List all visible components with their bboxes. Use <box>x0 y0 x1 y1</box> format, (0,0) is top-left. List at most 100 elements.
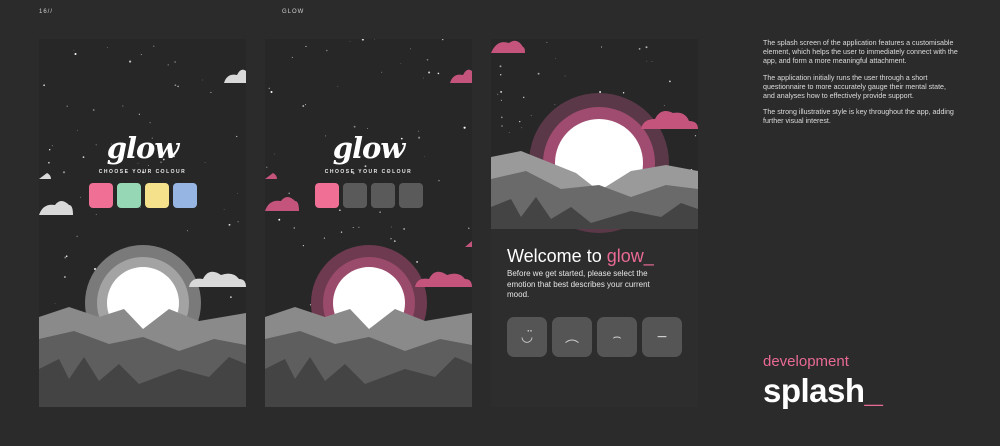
star <box>64 256 67 259</box>
star <box>63 275 66 279</box>
star <box>400 63 402 64</box>
star <box>153 45 155 47</box>
star <box>349 41 351 42</box>
star <box>403 228 405 230</box>
star <box>167 64 169 66</box>
swatch-yellow[interactable] <box>145 183 169 208</box>
swatch-pink[interactable] <box>89 183 113 208</box>
description-paragraph: The strong illustrative style is key thr… <box>763 108 954 126</box>
star <box>288 192 290 195</box>
star <box>600 46 603 48</box>
star <box>54 302 56 304</box>
star <box>339 209 341 211</box>
smile-icon: ◡̈ <box>520 329 534 345</box>
star <box>43 84 45 87</box>
star <box>423 77 424 79</box>
project-title: GLOW <box>282 9 305 15</box>
star <box>291 56 293 58</box>
star <box>361 39 364 41</box>
mood-neutral-button[interactable]: − <box>642 317 682 357</box>
mood-happy-button[interactable]: ◡̈ <box>507 317 547 357</box>
star <box>266 166 268 168</box>
neutral-icon: − <box>656 329 668 345</box>
star <box>237 192 238 194</box>
star <box>149 122 151 124</box>
swatch-mint[interactable] <box>117 183 141 208</box>
section-title: splash_ <box>763 372 883 409</box>
upset-icon: ⌢ <box>612 329 622 345</box>
star <box>293 227 295 229</box>
swatch-disabled[interactable] <box>399 183 423 208</box>
star <box>546 41 548 43</box>
star <box>223 209 225 210</box>
star <box>500 116 503 119</box>
star <box>694 135 697 137</box>
star <box>501 125 503 127</box>
star <box>438 180 440 182</box>
swatch-pink-selected[interactable] <box>315 183 339 208</box>
star <box>358 226 360 228</box>
star <box>174 61 176 63</box>
star <box>426 58 429 61</box>
star <box>500 74 502 76</box>
star <box>210 91 212 94</box>
star <box>305 104 306 106</box>
mood-options: ◡̈ ︵ ⌢ − <box>507 317 682 357</box>
star <box>302 245 304 247</box>
star <box>237 221 239 223</box>
star <box>651 61 653 63</box>
glow-logo: glow <box>332 131 406 165</box>
star <box>428 71 431 74</box>
star <box>337 85 339 87</box>
star <box>500 99 503 102</box>
star <box>66 105 68 107</box>
star <box>497 93 499 95</box>
star <box>340 231 343 233</box>
intro-text: Before we get started, please select the… <box>507 269 650 299</box>
swatch-blue[interactable] <box>173 183 197 208</box>
star <box>270 91 273 93</box>
star <box>364 165 367 168</box>
choose-colour-label: CHOOSE YOUR COLOUR <box>324 169 413 175</box>
splash-screen-default: glow CHOOSE YOUR COLOUR <box>39 39 246 407</box>
star <box>305 45 307 47</box>
star <box>554 58 556 59</box>
swatch-disabled[interactable] <box>371 183 395 208</box>
star <box>73 49 75 51</box>
star <box>554 103 556 105</box>
splash-screen-selected: glow CHOOSE YOUR COLOUR <box>265 39 472 407</box>
star <box>468 227 470 229</box>
sad-icon: ︵ <box>565 330 579 346</box>
star <box>599 91 602 93</box>
star <box>500 90 503 93</box>
welcome-screen: Welcome to glow_ Before we get started, … <box>491 39 698 407</box>
page-number: 16// <box>39 9 54 15</box>
star <box>186 230 188 232</box>
star <box>441 39 444 41</box>
welcome-heading: Welcome to glow_ <box>507 246 654 266</box>
star <box>138 113 141 115</box>
night-scene-illustration <box>39 45 246 407</box>
star <box>409 48 411 50</box>
star <box>393 240 396 243</box>
description-paragraph: The application initially runs the user … <box>763 73 946 101</box>
colour-swatches <box>89 183 197 208</box>
mood-upset-button[interactable]: ⌢ <box>597 317 637 357</box>
star <box>622 92 625 94</box>
star <box>177 85 179 88</box>
star <box>278 218 281 221</box>
star <box>521 127 523 129</box>
star <box>92 109 95 111</box>
glow-logo: glow <box>106 131 180 165</box>
star <box>646 60 648 62</box>
star <box>499 65 502 68</box>
star <box>530 115 532 117</box>
star <box>564 75 566 77</box>
star <box>519 120 521 123</box>
swatch-disabled[interactable] <box>343 183 367 208</box>
star <box>95 214 97 216</box>
star <box>416 260 419 263</box>
mood-sad-button[interactable]: ︵ <box>552 317 592 357</box>
star <box>663 105 665 107</box>
star <box>645 46 648 49</box>
